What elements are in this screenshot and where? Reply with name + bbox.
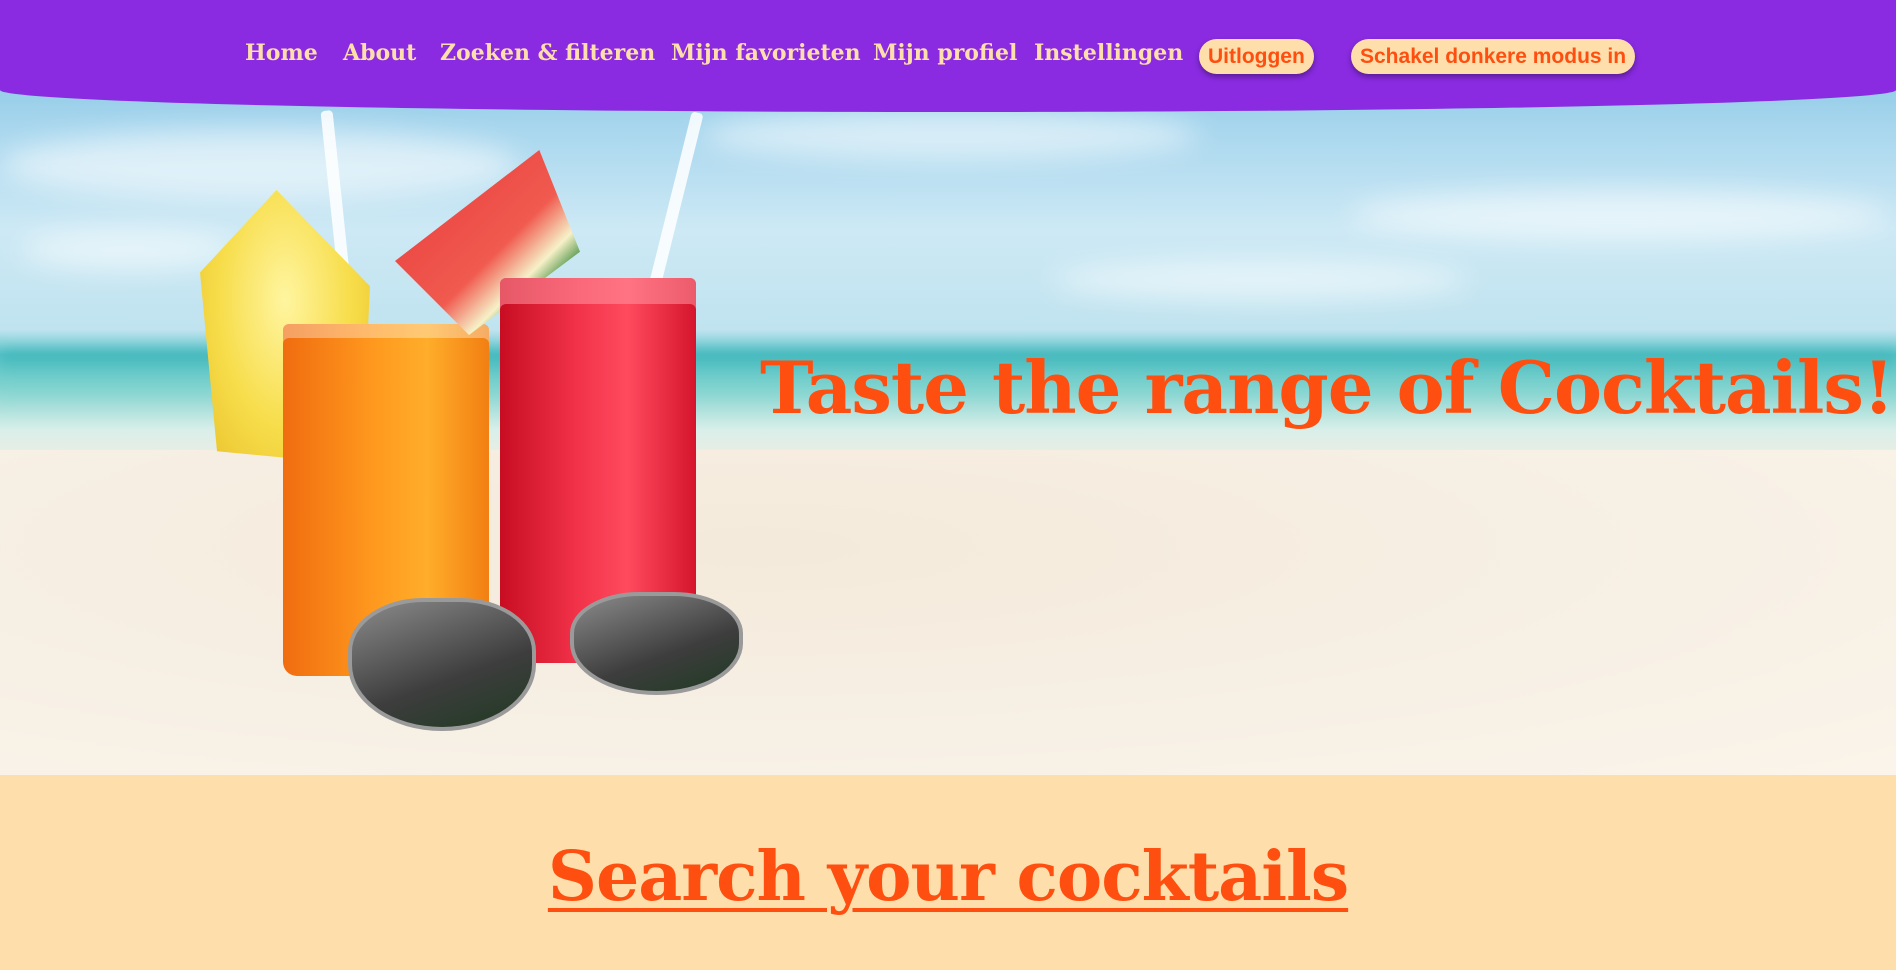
dark-mode-toggle-button[interactable]: Schakel donkere modus in	[1351, 39, 1636, 74]
nav-link-settings[interactable]: Instellingen	[1034, 40, 1183, 66]
nav-link-home[interactable]: Home	[245, 40, 318, 66]
nav-link-search-filter[interactable]: Zoeken & filteren	[440, 40, 655, 66]
sunglasses-lens	[348, 598, 536, 731]
hero-title: Taste the range of Cocktails!	[760, 345, 1895, 430]
nav-link-profile[interactable]: Mijn profiel	[873, 40, 1017, 66]
sunglasses-lens	[570, 592, 743, 695]
navbar: Home About Zoeken & filteren Mijn favori…	[0, 0, 1896, 112]
cloud	[0, 130, 520, 200]
nav-link-favorites[interactable]: Mijn favorieten	[671, 40, 861, 66]
cloud	[1050, 260, 1470, 300]
cloud	[1350, 190, 1890, 240]
logout-button[interactable]: Uitloggen	[1199, 39, 1314, 74]
cloud	[20, 230, 240, 270]
sunglasses	[338, 590, 743, 740]
straw	[648, 111, 704, 289]
hero-banner: Taste the range of Cocktails!	[0, 0, 1896, 775]
search-heading-link[interactable]: Search your cocktails	[0, 837, 1896, 917]
cloud	[700, 110, 1200, 160]
page: Taste the range of Cocktails! Home About…	[0, 0, 1896, 970]
nav-link-about[interactable]: About	[343, 40, 416, 66]
search-section: Search your cocktails	[0, 775, 1896, 970]
